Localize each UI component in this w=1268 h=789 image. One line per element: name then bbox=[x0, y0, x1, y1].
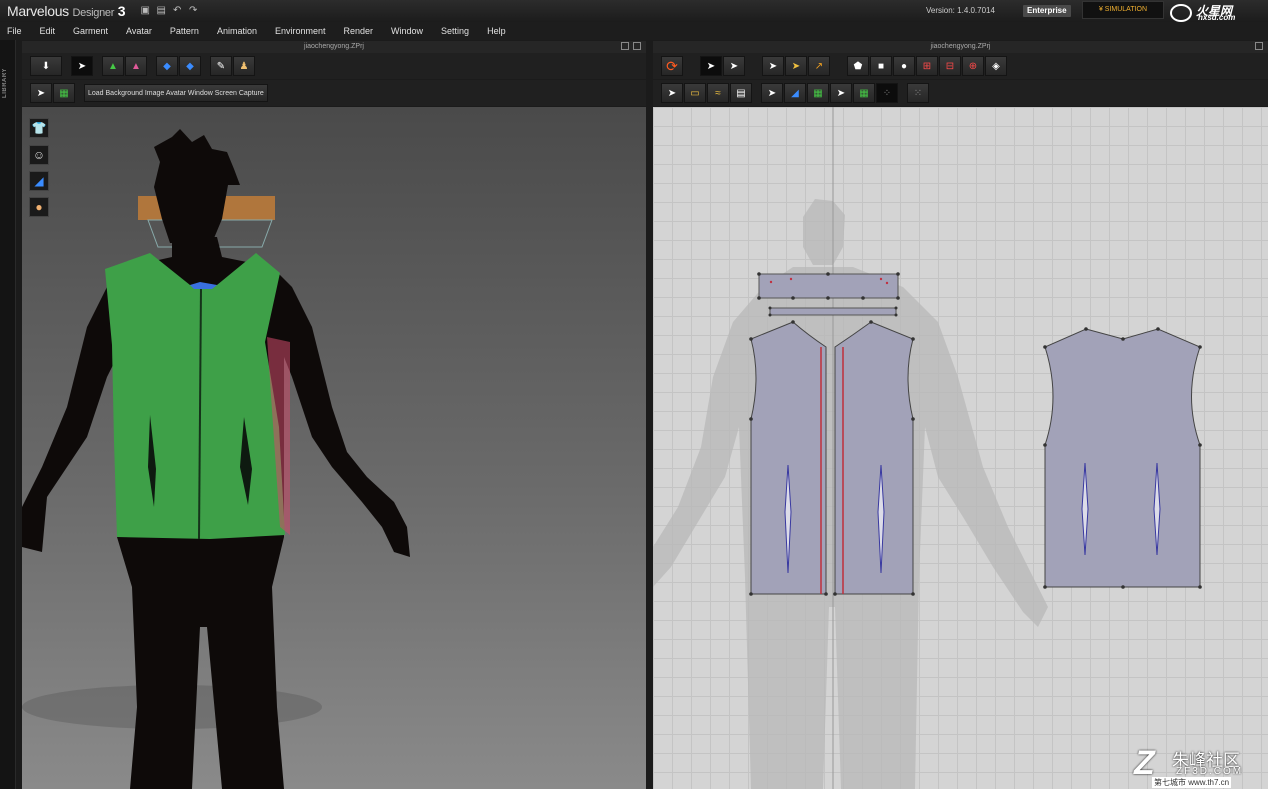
panel-header-2d: jiaochengyong.ZPrj bbox=[653, 41, 1268, 53]
polygon-icon[interactable]: ⬟ bbox=[847, 56, 869, 76]
simulation-mode-button[interactable]: ¥ SIMULATION bbox=[1082, 1, 1164, 19]
head-icon[interactable]: ● bbox=[29, 197, 49, 217]
viewport-3d[interactable]: 👕 ☺ ◢ ● bbox=[22, 107, 646, 789]
dart-icon[interactable]: ◈ bbox=[985, 56, 1007, 76]
vest-garment bbox=[105, 253, 290, 540]
segment-sewing-icon[interactable]: ▭ bbox=[684, 83, 706, 103]
undo-icon[interactable]: ↶ bbox=[171, 6, 183, 16]
menu-render[interactable]: Render bbox=[344, 26, 374, 36]
version-info: Version: 1.4.0.7014 bbox=[926, 6, 995, 15]
edit-sewing-icon[interactable]: ➤ bbox=[661, 83, 683, 103]
app-version-number: 3 bbox=[117, 3, 126, 19]
edit-curve-icon[interactable]: ➤ bbox=[762, 56, 784, 76]
add-point-icon[interactable]: ➤ bbox=[785, 56, 807, 76]
select-move-icon[interactable]: ➤ bbox=[71, 56, 93, 76]
menu-edit[interactable]: Edit bbox=[40, 26, 56, 36]
toolbar-2d-row2: ➤ ▭ ≈ ▤ ➤ ◢ ▦ ➤ ▦ ⁘ ⁙ bbox=[653, 80, 1268, 106]
fold-icon[interactable]: ◆ bbox=[179, 56, 201, 76]
collar-piece bbox=[758, 273, 899, 299]
app-window: Marvelous Designer 3 ▣ ▤ ↶ ↷ Version: 1.… bbox=[0, 0, 1268, 789]
mesh-grid-icon[interactable]: ▦ bbox=[53, 83, 75, 103]
edition-badge: Enterprise bbox=[1023, 5, 1071, 17]
menu-help[interactable]: Help bbox=[487, 26, 506, 36]
simulate-refresh-icon[interactable]: ⟳ bbox=[661, 56, 683, 76]
app-name-suffix: Designer bbox=[72, 7, 115, 19]
panel-divider[interactable] bbox=[646, 40, 653, 789]
menu-bar: File Edit Garment Avatar Pattern Animati… bbox=[0, 22, 1268, 40]
logo-circle-icon bbox=[1170, 4, 1192, 22]
menu-file[interactable]: File bbox=[7, 26, 22, 36]
internal-circle-icon[interactable]: ⊕ bbox=[962, 56, 984, 76]
front-right-piece bbox=[834, 321, 914, 595]
dotted-grid-icon[interactable]: ⁘ bbox=[876, 83, 898, 103]
select-pin-icon[interactable]: ➤ bbox=[761, 83, 783, 103]
curvature-icon[interactable]: ↗ bbox=[808, 56, 830, 76]
watermark: Z 朱峰社区 ZF3D.COM 第七城市 www.th7.cn bbox=[1124, 744, 1264, 788]
internal-rect-icon[interactable]: ⊟ bbox=[939, 56, 961, 76]
menu-pattern[interactable]: Pattern bbox=[170, 26, 199, 36]
logo-sub: hxsd.com bbox=[1198, 13, 1236, 22]
panel-header-3d: jiaochengyong.ZPrj bbox=[22, 41, 646, 53]
panel-title-2d: jiaochengyong.ZPrj bbox=[930, 43, 991, 50]
select-mesh-icon[interactable]: ➤ bbox=[30, 83, 52, 103]
open-folder-icon[interactable]: ▤ bbox=[155, 6, 167, 16]
panel-title-3d: jiaochengyong.ZPrj bbox=[304, 43, 364, 50]
library-strip[interactable]: LIBRARY bbox=[0, 40, 16, 789]
garment-pink-icon[interactable]: ▲ bbox=[125, 56, 147, 76]
quick-access: ▣ ▤ ↶ ↷ bbox=[139, 6, 199, 16]
garment-green-icon[interactable]: ▲ bbox=[102, 56, 124, 76]
pin-icon[interactable]: ✎ bbox=[210, 56, 232, 76]
uv-grid-icon[interactable]: ▦ bbox=[853, 83, 875, 103]
collar-band-piece bbox=[769, 307, 897, 316]
garment-shirt-icon[interactable]: 👕 bbox=[29, 118, 49, 138]
avatar-icon[interactable]: ☺ bbox=[29, 145, 49, 165]
mode-label: SIMULATION bbox=[1104, 6, 1148, 13]
menu-environment[interactable]: Environment bbox=[275, 26, 326, 36]
save-icon[interactable]: ▣ bbox=[139, 6, 151, 16]
version-label: Version: bbox=[926, 6, 955, 15]
tack-2d-icon[interactable]: ▤ bbox=[730, 83, 752, 103]
restore-icon[interactable] bbox=[621, 42, 629, 50]
internal-polygon-icon[interactable]: ⊞ bbox=[916, 56, 938, 76]
library-label: LIBRARY bbox=[2, 68, 8, 98]
title-bar: Marvelous Designer 3 ▣ ▤ ↶ ↷ Version: 1.… bbox=[0, 0, 1268, 22]
app-brand: Marvelous Designer 3 bbox=[7, 3, 125, 19]
toolbar-3d-row2: ➤ ▦ Load Background Image Avatar Window … bbox=[22, 80, 646, 106]
arrow-down-icon[interactable]: ⬇ bbox=[30, 56, 62, 76]
pattern-canvas bbox=[653, 107, 1202, 789]
toolbar-3d-row1: ⬇ ➤ ▲ ▲ ◆ ◆ ✎ ♟ bbox=[22, 53, 646, 79]
toolbar-2d-row1: ⟳ ➤ ➤ ➤ ➤ ↗ ⬟ ■ ● ⊞ ⊟ ⊕ ◈ bbox=[653, 53, 1268, 79]
avatar-arrange-icon[interactable]: ♟ bbox=[233, 56, 255, 76]
circle-icon[interactable]: ● bbox=[893, 56, 915, 76]
menu-window[interactable]: Window bbox=[391, 26, 423, 36]
version-value: 1.4.0.7014 bbox=[957, 6, 995, 15]
load-background-button[interactable]: Load Background Image Avatar Window Scre… bbox=[84, 84, 268, 102]
tack-icon[interactable]: ◆ bbox=[156, 56, 178, 76]
watermark-bottom: 第七城市 www.th7.cn bbox=[1152, 777, 1232, 788]
maximize-icon[interactable] bbox=[633, 42, 641, 50]
grid-snap-icon[interactable]: ⁙ bbox=[907, 83, 929, 103]
avatar-scene bbox=[22, 129, 410, 789]
menu-avatar[interactable]: Avatar bbox=[126, 26, 152, 36]
menu-setting[interactable]: Setting bbox=[441, 26, 469, 36]
edit-pattern-icon[interactable]: ➤ bbox=[723, 56, 745, 76]
back-piece bbox=[1044, 328, 1201, 588]
menu-garment[interactable]: Garment bbox=[73, 26, 108, 36]
free-sewing-icon[interactable]: ≈ bbox=[707, 83, 729, 103]
fabric-icon[interactable]: ◢ bbox=[784, 83, 806, 103]
maximize-2d-icon[interactable] bbox=[1255, 42, 1263, 50]
select-uv-icon[interactable]: ➤ bbox=[830, 83, 852, 103]
app-name: Marvelous bbox=[7, 3, 69, 19]
transform-pattern-icon[interactable]: ➤ bbox=[700, 56, 722, 76]
redo-icon[interactable]: ↷ bbox=[187, 6, 199, 16]
viewport-2d[interactable] bbox=[653, 107, 1268, 789]
texture-icon[interactable]: ▦ bbox=[807, 83, 829, 103]
menu-animation[interactable]: Animation bbox=[217, 26, 257, 36]
watermark-site: ZF3D.COM bbox=[1176, 766, 1244, 777]
rectangle-icon[interactable]: ■ bbox=[870, 56, 892, 76]
measure-icon[interactable]: ◢ bbox=[29, 171, 49, 191]
